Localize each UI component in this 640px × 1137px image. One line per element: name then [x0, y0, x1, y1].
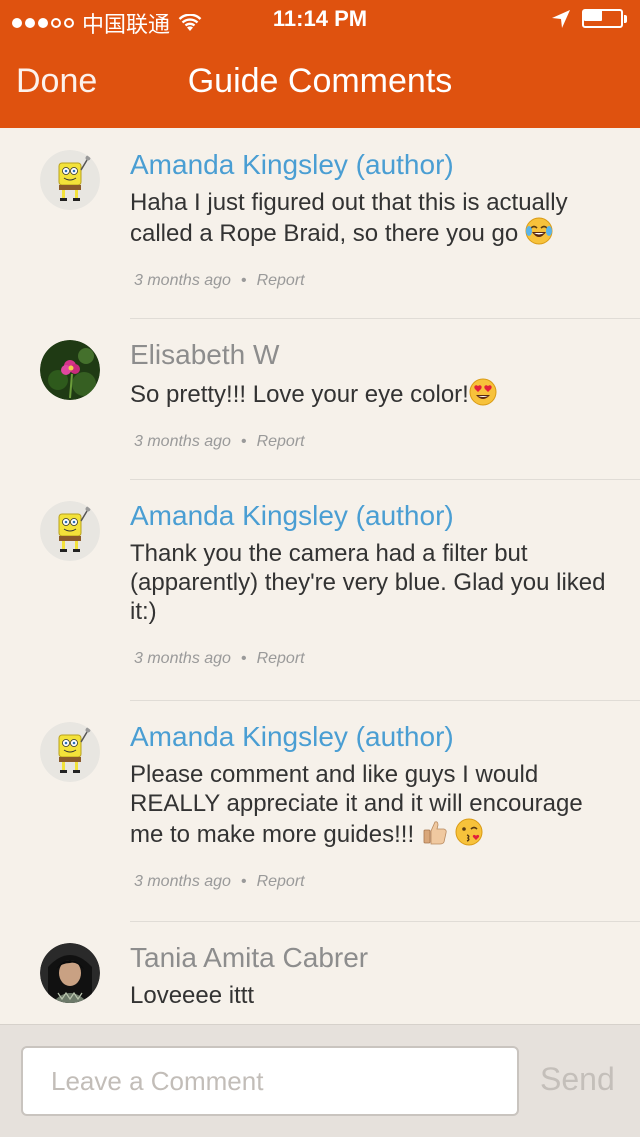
comment-author-name[interactable]: Elisabeth W [130, 338, 614, 372]
spongebob-avatar[interactable] [40, 150, 100, 210]
comment-timestamp: 3 months ago [134, 650, 231, 667]
send-button[interactable]: Send [540, 1061, 615, 1098]
report-link[interactable]: Report [257, 433, 305, 450]
comment-text: So pretty!!! Love your eye color! [130, 378, 614, 409]
flower-avatar[interactable] [40, 340, 100, 400]
comment-author-link[interactable]: Amanda Kingsley (author) [130, 148, 614, 182]
person-avatar[interactable] [40, 943, 100, 1003]
location-arrow-icon [552, 10, 570, 28]
meta-separator: • [240, 433, 247, 450]
meta-separator: • [240, 272, 247, 289]
comment-timestamp: 3 months ago [134, 433, 231, 450]
comment-meta: 3 months ago • Report [130, 272, 614, 290]
comment-item: Elisabeth W So pretty!!! Love your eye c… [0, 318, 640, 480]
comment-item: Amanda Kingsley (author) Please comment … [0, 700, 640, 922]
battery-icon [582, 8, 630, 30]
spongebob-avatar[interactable] [40, 722, 100, 782]
navigation-bar: Done Guide Comments [0, 56, 640, 116]
comment-item: Amanda Kingsley (author) Haha I just fig… [0, 128, 640, 319]
comment-input-bar: Send [0, 1024, 640, 1137]
comment-text: Haha I just figured out that this is act… [130, 189, 568, 247]
page-title: Guide Comments [187, 62, 453, 100]
comment-text: Please comment and like guys I would REA… [130, 761, 583, 848]
meta-separator: • [240, 873, 247, 890]
meta-separator: • [240, 650, 247, 667]
comment-meta: 3 months ago • Report [130, 650, 614, 668]
comment-meta: 3 months ago • Report [130, 873, 614, 891]
app-header: 中国联通 11:14 PM Done Guide Comments [0, 0, 640, 128]
comments-list[interactable]: Amanda Kingsley (author) Haha I just fig… [0, 128, 640, 1024]
comment-item: Amanda Kingsley (author) Thank you the c… [0, 479, 640, 701]
thumbs-up-emoji [423, 821, 447, 845]
status-time: 11:14 PM [272, 6, 368, 31]
comment-timestamp: 3 months ago [134, 272, 231, 289]
kiss-emoji [455, 818, 483, 846]
comment-timestamp: 3 months ago [134, 873, 231, 890]
comment-author-link[interactable]: Amanda Kingsley (author) [130, 720, 614, 754]
status-right [550, 8, 630, 30]
report-link[interactable]: Report [257, 873, 305, 890]
comment-text: Thank you the camera had a filter but (a… [130, 540, 606, 625]
tears-of-joy-emoji [525, 217, 553, 245]
status-bar: 中国联通 11:14 PM [0, 0, 640, 40]
comment-author-name[interactable]: Tania Amita Cabrer [130, 941, 614, 975]
comment-item: Tania Amita Cabrer Loveeee ittt [0, 921, 640, 1024]
comment-input[interactable] [21, 1046, 519, 1116]
report-link[interactable]: Report [257, 650, 305, 667]
comment-author-link[interactable]: Amanda Kingsley (author) [130, 499, 614, 533]
heart-eyes-emoji [469, 378, 497, 406]
report-link[interactable]: Report [257, 272, 305, 289]
comment-meta: 3 months ago • Report [130, 433, 614, 451]
spongebob-avatar[interactable] [40, 501, 100, 561]
comment-text: Loveeee ittt [130, 982, 255, 1009]
